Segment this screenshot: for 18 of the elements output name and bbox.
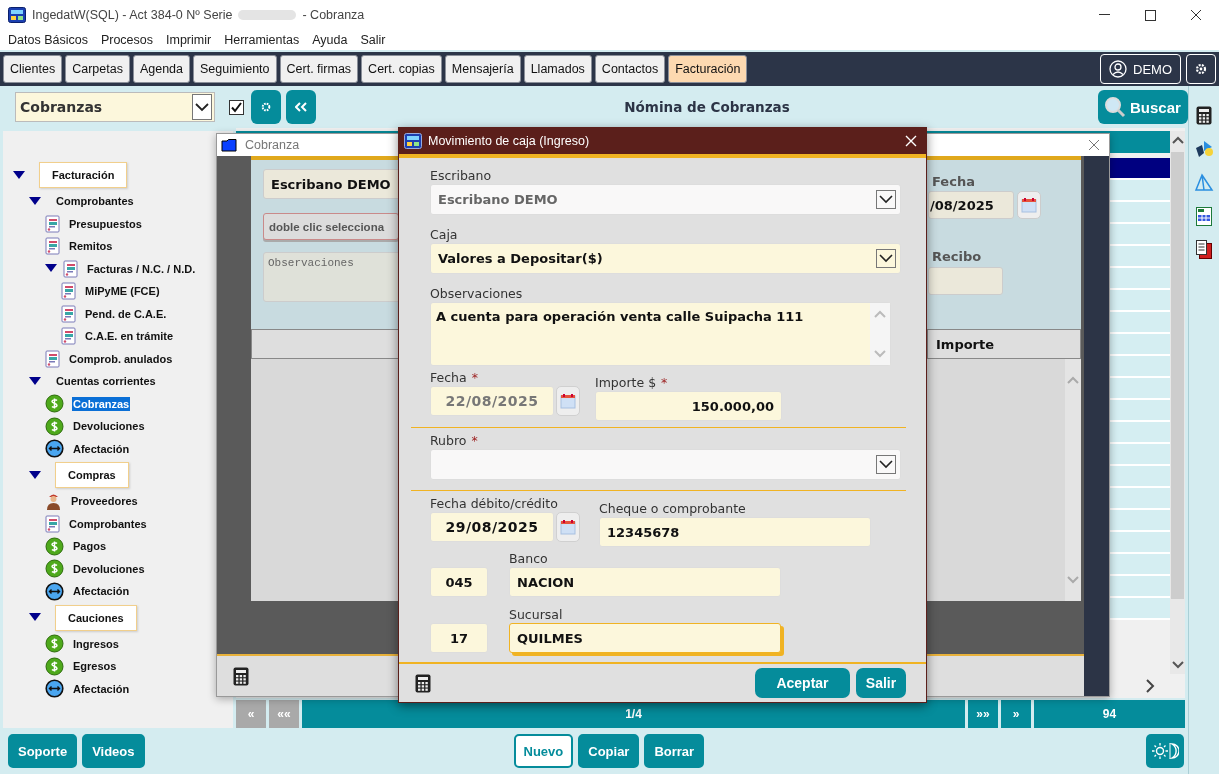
field-label: Fecha	[932, 174, 976, 189]
window-title: Cobranza	[245, 138, 300, 152]
dialog-title: Movimiento de caja (Ingreso)	[428, 134, 591, 148]
field-label: Fecha *	[430, 370, 479, 386]
field-label: Importe $ *	[595, 375, 669, 391]
field-label: Cheque o comprobante	[599, 501, 747, 517]
field-label: Rubro *	[430, 433, 479, 449]
page-title: Nómina de Cobranzas	[623, 99, 791, 115]
field-label: Escribano	[430, 168, 493, 184]
window-title: IngedatW(SQL) - Act 384-0 Nº Serie	[32, 8, 233, 22]
field-label: Caja	[430, 227, 459, 243]
field-label: Recibo	[932, 249, 983, 264]
window-title: - Cobranza	[302, 8, 365, 22]
field-label: Observaciones	[430, 286, 524, 302]
field-label: Fecha débito/crédito	[430, 496, 559, 512]
record-count: 94	[1034, 700, 1185, 728]
field-label: Banco	[509, 551, 549, 567]
field-label: Sucursal	[509, 607, 564, 623]
